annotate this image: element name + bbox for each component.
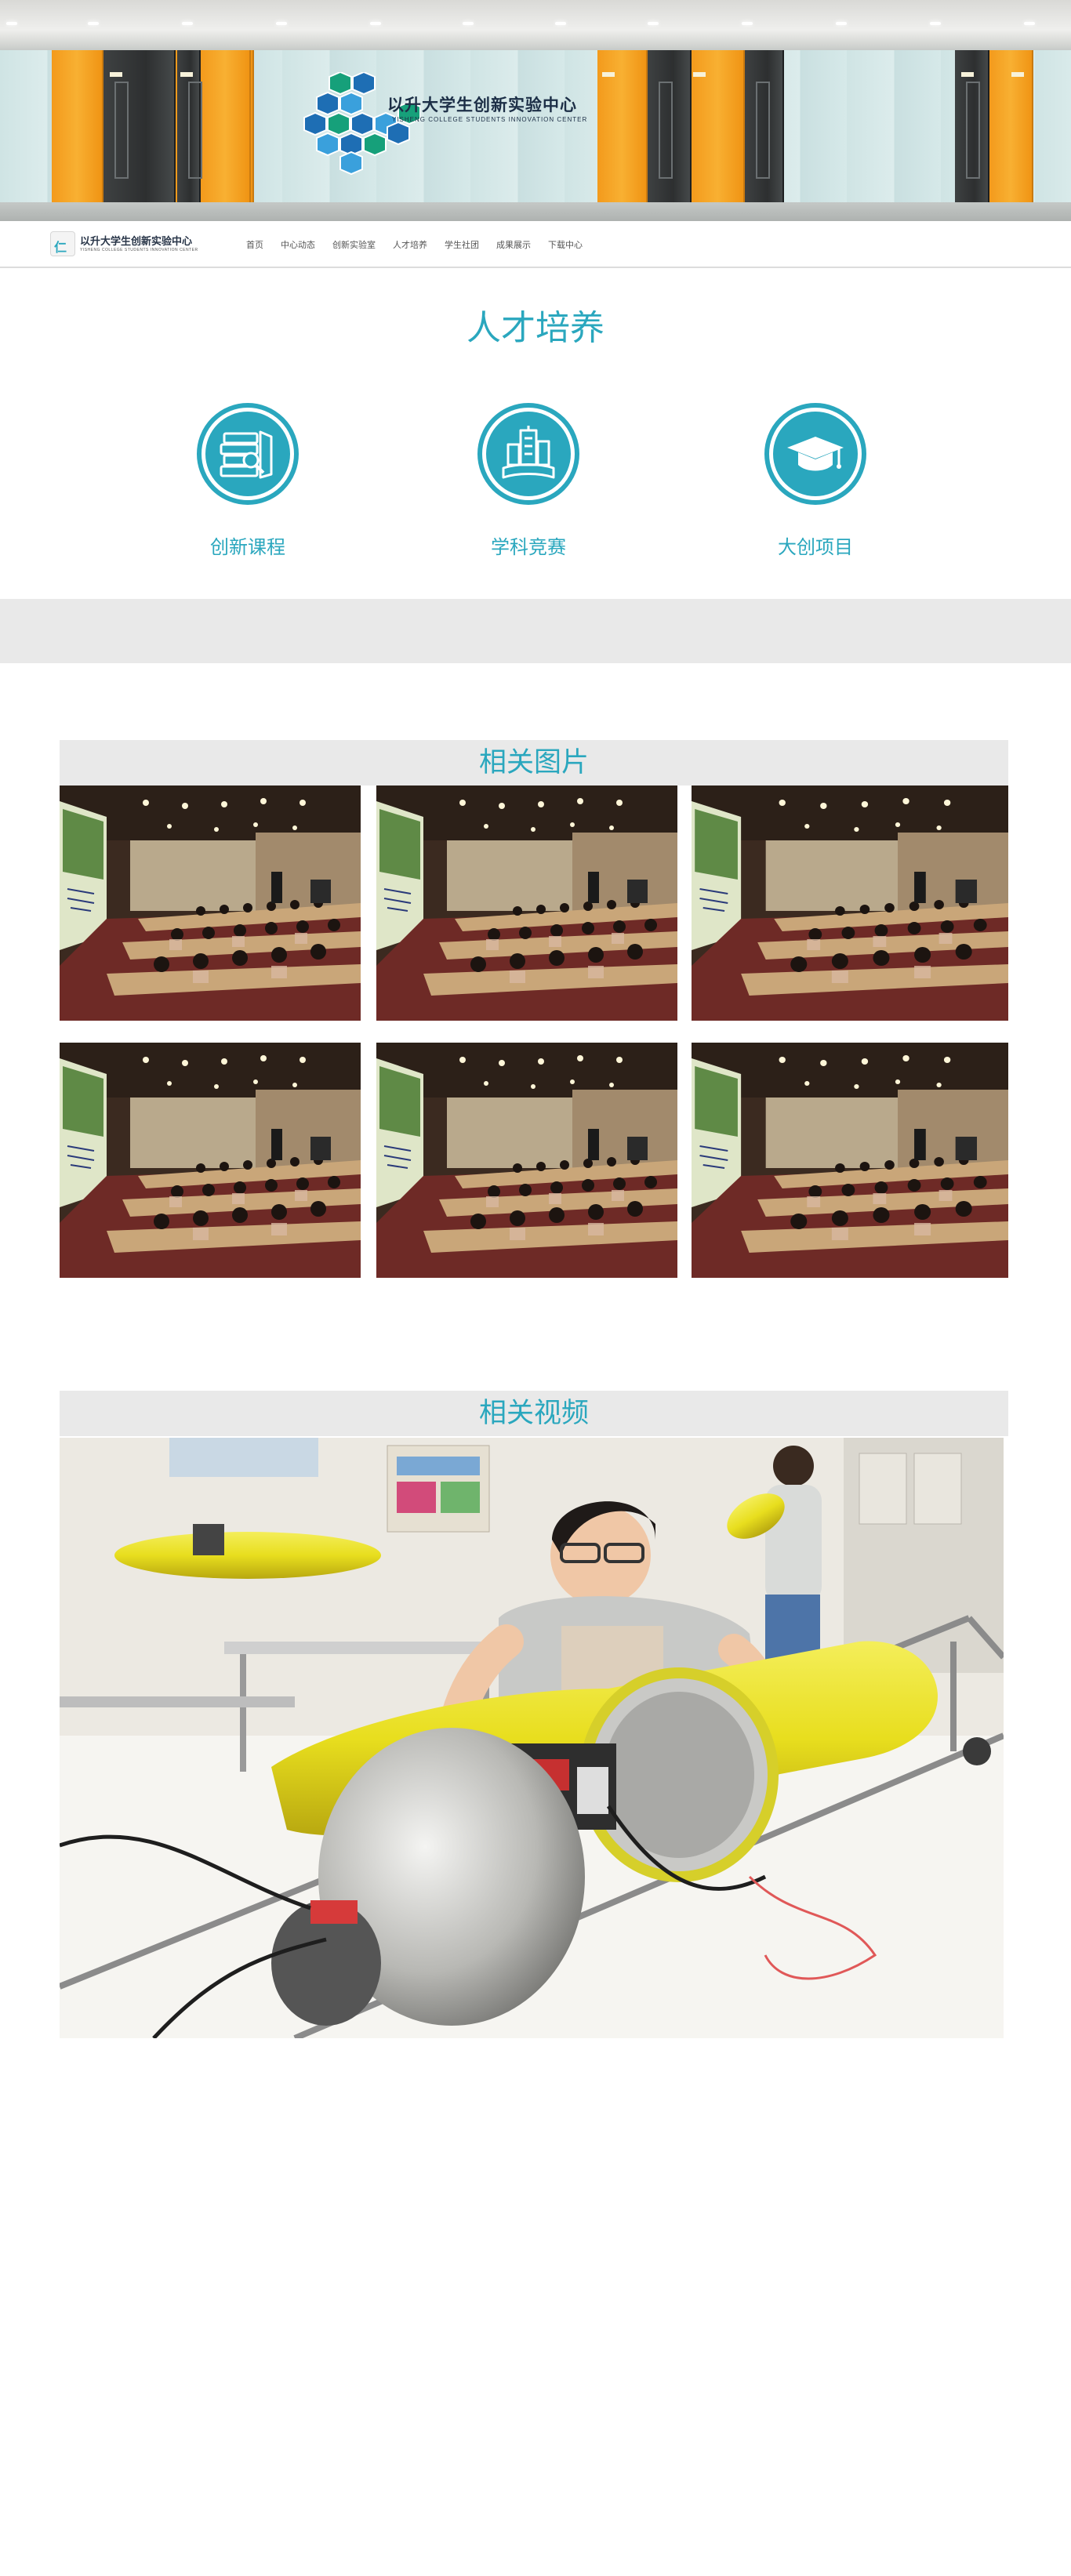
nav-item-achievements[interactable]: 成果展示 xyxy=(496,238,531,251)
banner-title: 以升大学生创新实验中心 xyxy=(387,96,577,114)
lecture-hall-photo xyxy=(692,785,1008,1021)
video-thumbnail[interactable] xyxy=(60,1438,1004,2038)
gray-divider-band xyxy=(0,599,1071,663)
nav-item-downloads[interactable]: 下载中心 xyxy=(548,238,583,251)
main-menu: 首页 中心动态 创新实验室 人才培养 学生社团 成果展示 下载中心 xyxy=(246,221,600,268)
gallery-photo[interactable] xyxy=(60,785,361,1021)
city-building-icon xyxy=(502,426,555,479)
logo-badge-icon: 仁 xyxy=(50,231,75,256)
banner-subtitle: YISHENG COLLEGE STUDENTS INNOVATION CENT… xyxy=(392,116,588,123)
gallery-photo[interactable] xyxy=(692,1043,1008,1278)
gallery-photo[interactable] xyxy=(60,1043,361,1278)
ceiling-lights xyxy=(0,22,1071,27)
feature-label: 大创项目 xyxy=(778,536,853,558)
nav-item-news[interactable]: 中心动态 xyxy=(281,238,315,251)
gallery-heading: 相关图片 xyxy=(60,740,1008,785)
lecture-hall-photo xyxy=(376,1043,677,1278)
nav-item-talent[interactable]: 人才培养 xyxy=(393,238,427,251)
feature-circle xyxy=(764,403,866,505)
site-logo[interactable]: 仁 以升大学生创新实验中心 YISHENG COLLEGE STUDENTS I… xyxy=(50,229,198,260)
floor xyxy=(0,202,1071,221)
nav-item-home[interactable]: 首页 xyxy=(246,238,263,251)
video-heading: 相关视频 xyxy=(60,1391,1008,1436)
logo-title: 以升大学生创新实验中心 xyxy=(80,236,193,248)
hexagon-logo-icon xyxy=(303,72,420,176)
gallery-photo[interactable] xyxy=(376,1043,677,1278)
nav-item-clubs[interactable]: 学生社团 xyxy=(445,238,479,251)
lecture-hall-photo xyxy=(692,1043,1008,1278)
gallery-photo[interactable] xyxy=(376,785,677,1021)
feature-circle xyxy=(197,403,299,505)
gallery-photo[interactable] xyxy=(692,785,1008,1021)
top-navbar: 仁 以升大学生创新实验中心 YISHENG COLLEGE STUDENTS I… xyxy=(0,221,1071,268)
lecture-hall-photo xyxy=(376,785,677,1021)
lecture-hall-photo xyxy=(60,1043,361,1278)
logo-subtitle: YISHENG COLLEGE STUDENTS INNOVATION CENT… xyxy=(80,248,198,252)
feature-innovation-course[interactable]: 创新课程 xyxy=(169,403,326,559)
feature-label: 创新课程 xyxy=(210,536,285,558)
nav-item-labs[interactable]: 创新实验室 xyxy=(332,238,376,251)
feature-innovation-project[interactable]: 大创项目 xyxy=(737,403,894,559)
student-robot-photo xyxy=(60,1438,1004,2038)
talent-heading: 人才培养 xyxy=(467,308,604,348)
feature-label: 学科竞赛 xyxy=(491,536,566,558)
lecture-hall-photo xyxy=(60,785,361,1021)
graduation-cap-icon xyxy=(787,437,844,471)
door-middle xyxy=(597,50,784,202)
feature-competition[interactable]: 学科竞赛 xyxy=(450,403,607,559)
feature-circle xyxy=(477,403,579,505)
books-magnifier-icon xyxy=(220,430,273,479)
hero-banner: 以升大学生创新实验中心 YISHENG COLLEGE STUDENTS INN… xyxy=(0,0,1071,221)
